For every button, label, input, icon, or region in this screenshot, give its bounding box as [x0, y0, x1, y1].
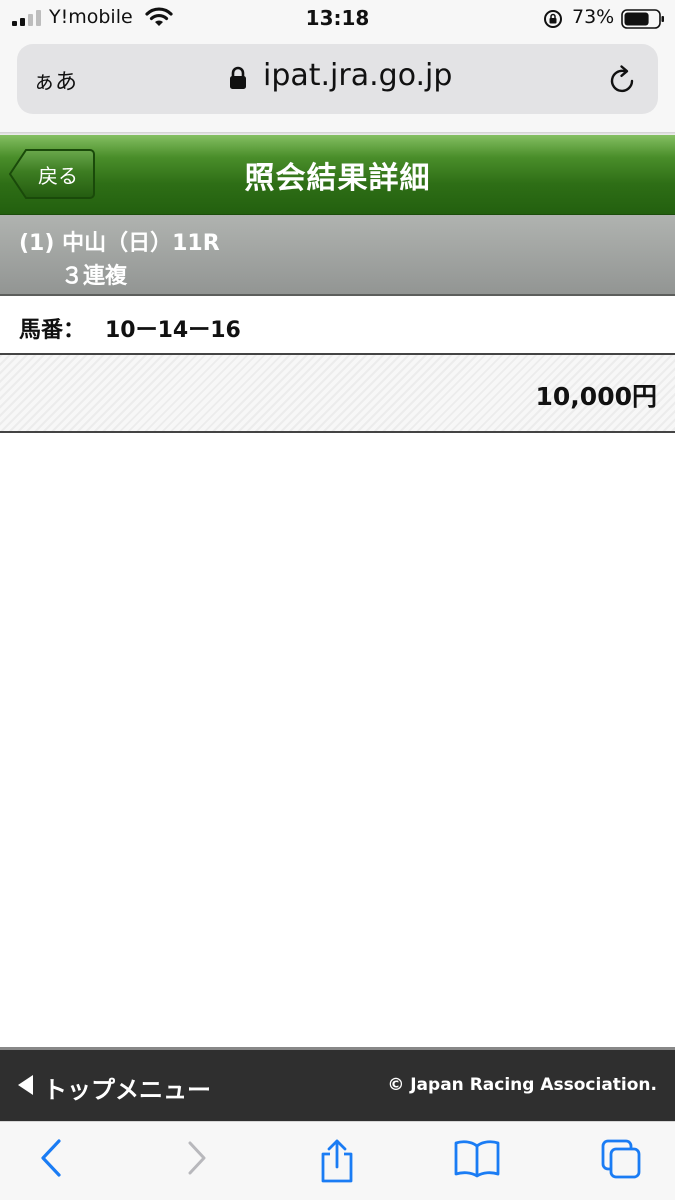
- tabs-icon: [601, 1139, 641, 1179]
- status-bar: Y!mobile 13:18 73%: [0, 0, 675, 36]
- back-nav-button[interactable]: [28, 1138, 76, 1184]
- chevron-right-icon: [188, 1141, 206, 1175]
- footer-bar: トップメニュー © Japan Racing Association.: [0, 1047, 675, 1121]
- triangle-left-icon: [18, 1075, 33, 1095]
- race-info-band: (1) 中山（日）11R ３連複: [0, 215, 675, 296]
- horse-number-row: 馬番： 10ー14ー16: [0, 296, 675, 355]
- share-icon: [321, 1139, 353, 1183]
- battery-percent: 73%: [572, 6, 615, 28]
- horse-combination: 10ー14ー16: [105, 318, 241, 343]
- browser-address-area: ぁあ ipat.jra.go.jp: [0, 36, 675, 134]
- lock-icon: [230, 66, 246, 89]
- rotation-lock-icon: [544, 10, 562, 28]
- tabs-button[interactable]: [598, 1138, 646, 1184]
- battery-icon: [621, 9, 664, 29]
- page-header: 戻る 照会結果詳細: [0, 135, 675, 215]
- bet-type: ３連複: [61, 264, 128, 289]
- address-bar[interactable]: ぁあ ipat.jra.go.jp: [17, 44, 658, 114]
- bet-amount: 10,000円: [535, 382, 657, 411]
- race-name: (1) 中山（日）11R: [19, 231, 220, 256]
- page-title: 照会結果詳細: [244, 161, 431, 196]
- reload-icon[interactable]: [607, 64, 639, 96]
- copyright-text: © Japan Racing Association.: [387, 1075, 657, 1095]
- bet-amount-row: 10,000円: [0, 355, 675, 433]
- browser-toolbar: [0, 1121, 675, 1200]
- share-button[interactable]: [313, 1138, 361, 1184]
- horse-number-label: 馬番：: [19, 318, 86, 343]
- book-icon: [454, 1140, 500, 1178]
- chevron-left-icon: [41, 1139, 61, 1177]
- url-text[interactable]: ipat.jra.go.jp: [263, 58, 452, 93]
- forward-nav-button[interactable]: [173, 1138, 221, 1184]
- text-size-button[interactable]: ぁあ: [33, 64, 77, 96]
- bookmarks-button[interactable]: [453, 1138, 501, 1184]
- top-menu-label: トップメニュー: [43, 1076, 211, 1104]
